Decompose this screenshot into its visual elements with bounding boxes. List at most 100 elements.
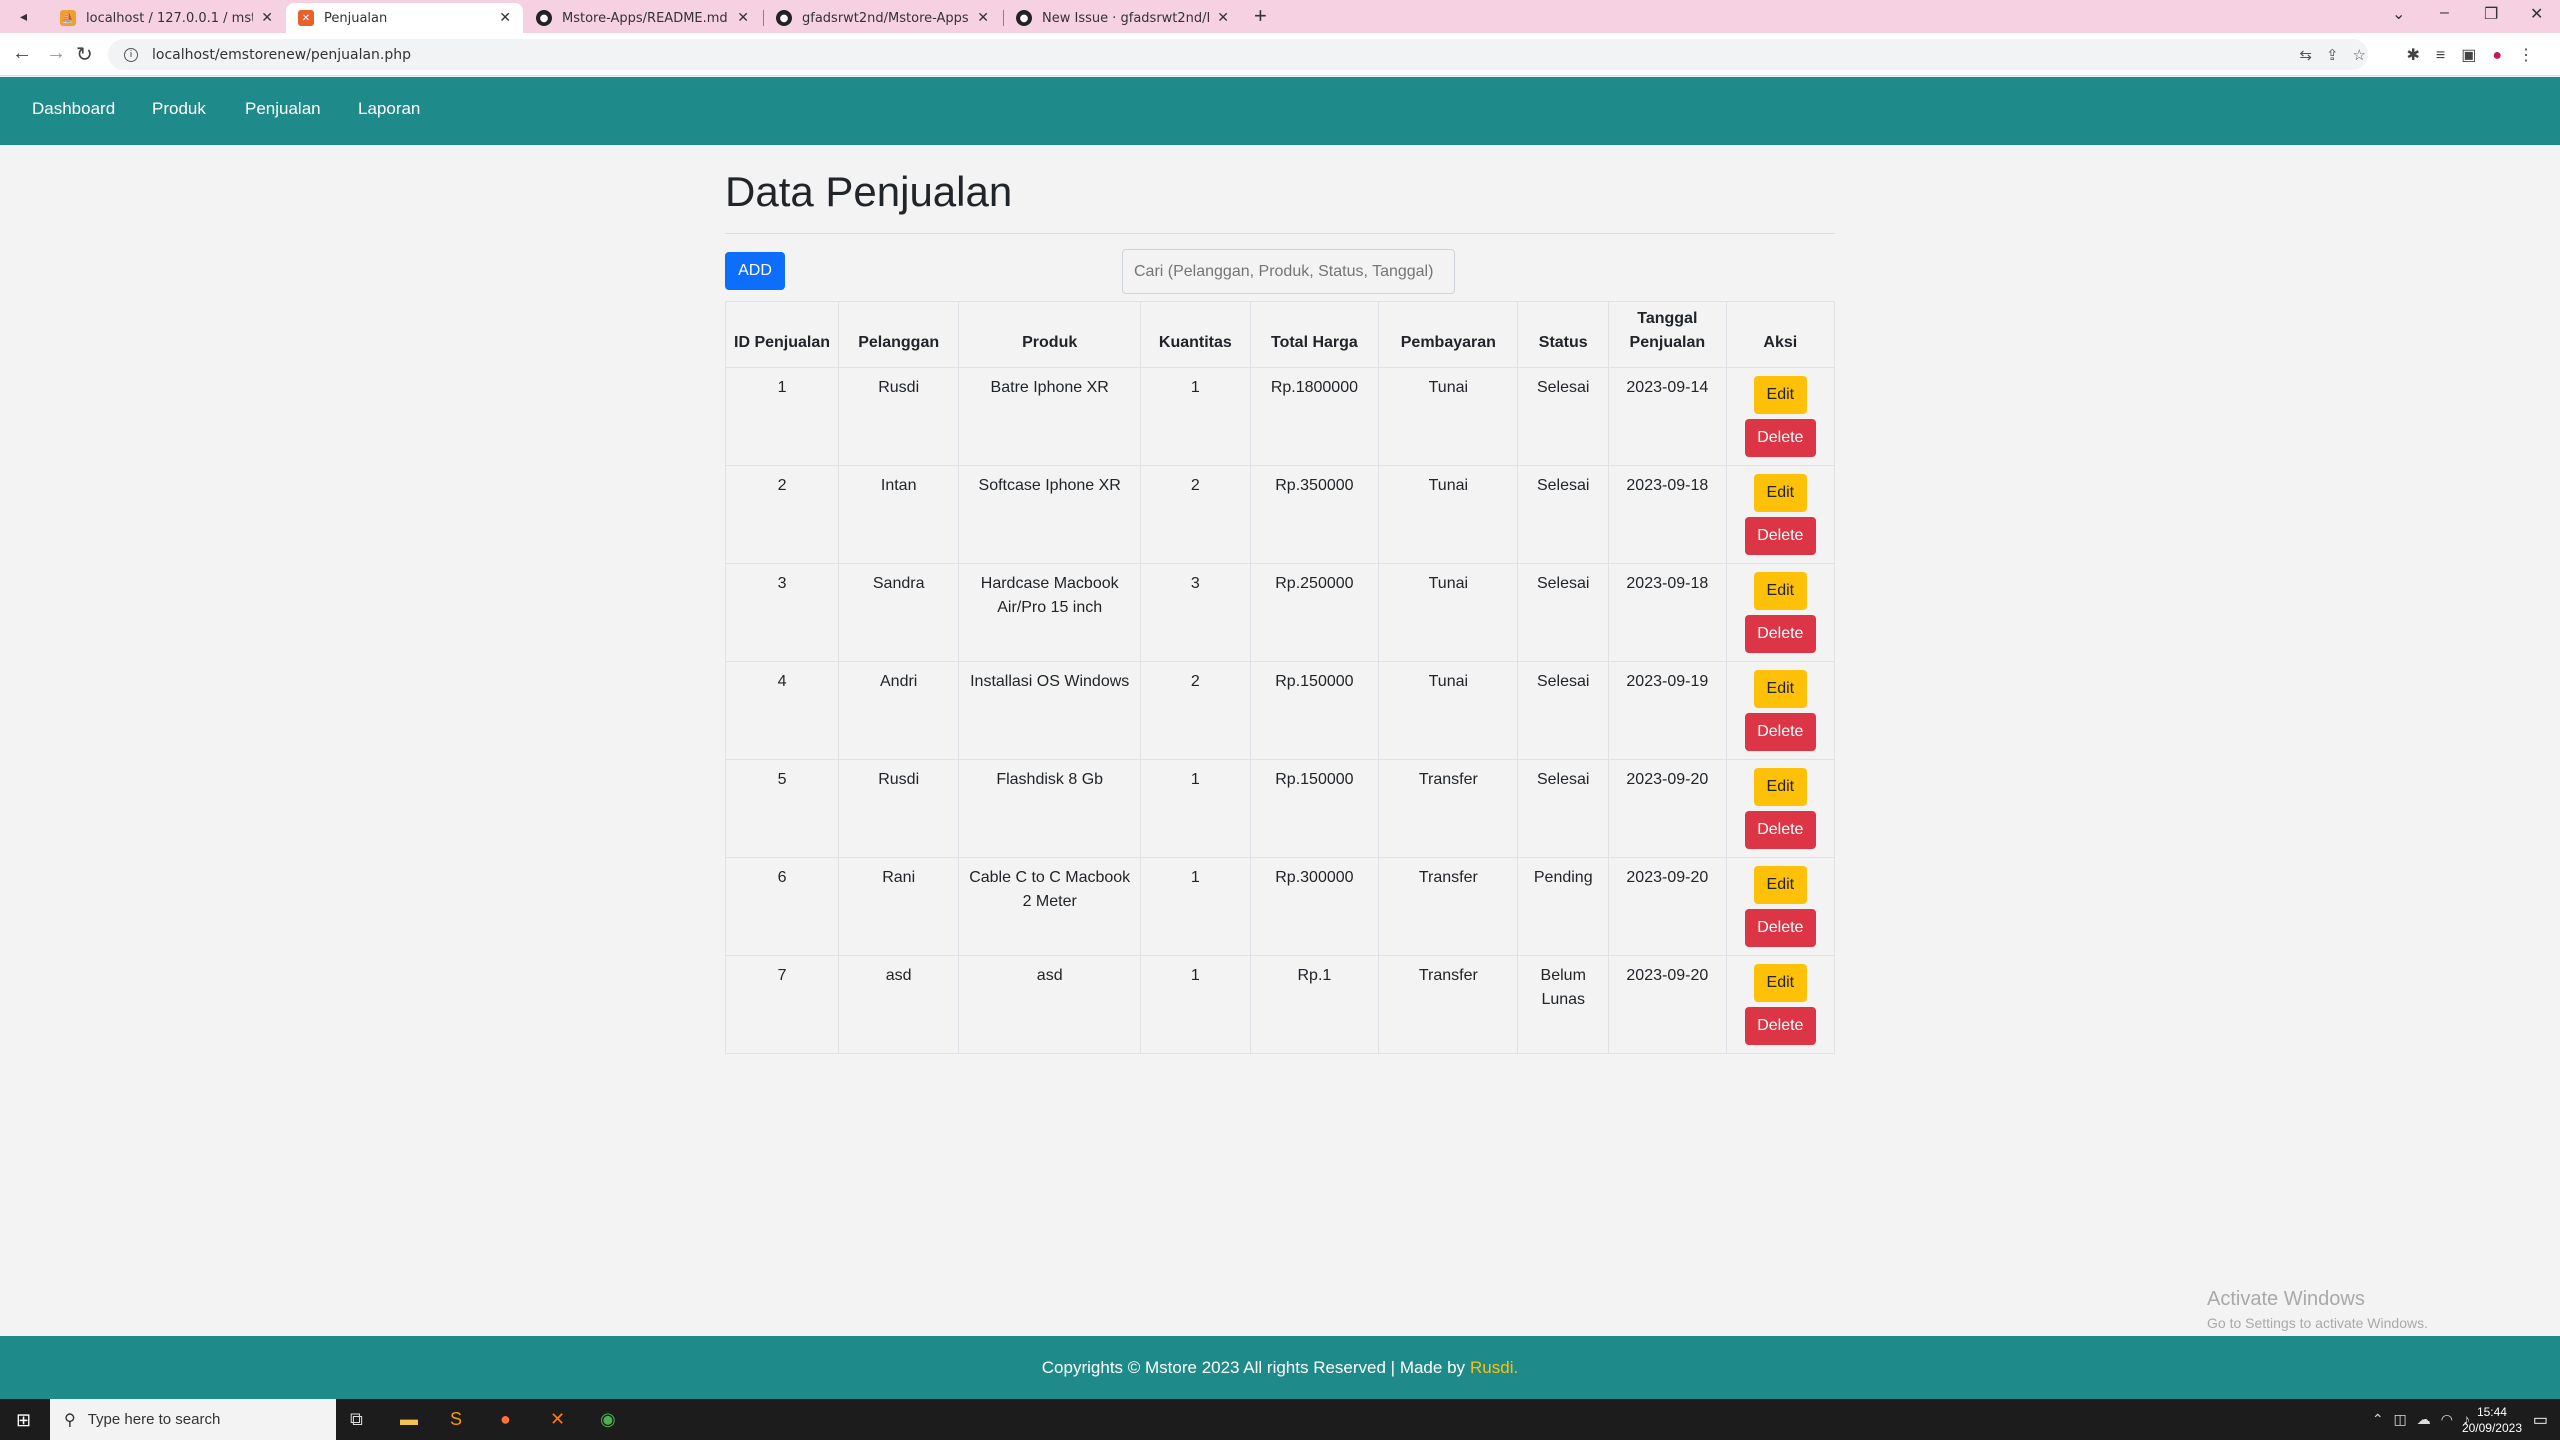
- restore-icon[interactable]: ❐: [2484, 4, 2498, 24]
- delete-button[interactable]: Delete: [1744, 811, 1816, 849]
- share-icon[interactable]: ⇪: [2326, 47, 2353, 64]
- cell-pelanggan: Intan: [838, 465, 960, 564]
- cell-aksi: Edit Delete: [1725, 857, 1836, 956]
- edit-button[interactable]: Edit: [1753, 376, 1807, 414]
- cell-pembayaran: Transfer: [1378, 857, 1519, 956]
- delete-button[interactable]: Delete: [1744, 517, 1816, 555]
- minimize-icon[interactable]: –: [2440, 4, 2449, 22]
- taskbar-search-input[interactable]: ⚲ Type here to search: [50, 1399, 336, 1440]
- xampp-icon[interactable]: ✕: [550, 1409, 565, 1430]
- onedrive-icon[interactable]: ☁: [2417, 1411, 2441, 1427]
- browser-tab-issue[interactable]: ● New Issue · gfadsrwt2nd/Mstore-Apps ✕: [1004, 3, 1241, 33]
- sales-table: ID Penjualan Pelanggan Produk Kuantitas …: [724, 301, 1836, 1054]
- edit-button[interactable]: Edit: [1753, 866, 1807, 904]
- cell-status: Selesai: [1517, 563, 1609, 662]
- edit-button[interactable]: Edit: [1753, 768, 1807, 806]
- site-info-icon[interactable]: i: [124, 47, 138, 62]
- bookmark-star-icon[interactable]: ☆: [2353, 47, 2380, 64]
- tab-list-icon[interactable]: ⌄: [2392, 4, 2405, 24]
- cell-produk: Batre Iphone XR: [958, 367, 1142, 466]
- cell-pelanggan: Andri: [838, 661, 960, 760]
- tab-title: gfadsrwt2nd/Mstore-Apps: Aplikasi: [802, 10, 970, 26]
- footer-author-link[interactable]: Rusdi.: [1470, 1358, 1518, 1378]
- taskbar-clock[interactable]: 15:44 20/09/2023: [2462, 1404, 2522, 1436]
- add-button[interactable]: ADD: [725, 252, 785, 290]
- edit-button[interactable]: Edit: [1753, 474, 1807, 512]
- task-view-icon[interactable]: ⧉: [350, 1409, 363, 1430]
- cell-pelanggan: Sandra: [838, 563, 960, 662]
- cell-status: Selesai: [1517, 465, 1609, 564]
- cell-total-harga: Rp.350000: [1249, 465, 1380, 564]
- delete-button[interactable]: Delete: [1744, 419, 1816, 457]
- extensions-icon[interactable]: ✱: [2406, 47, 2435, 64]
- table-header-row: ID Penjualan Pelanggan Produk Kuantitas …: [724, 301, 1836, 368]
- taskbar-search-placeholder: Type here to search: [87, 1411, 221, 1428]
- delete-button[interactable]: Delete: [1744, 909, 1816, 947]
- nav-dashboard[interactable]: Dashboard: [32, 99, 115, 119]
- cell-tanggal: 2023-09-14: [1608, 367, 1727, 466]
- clock-date: 20/09/2023: [2461, 1421, 2522, 1435]
- close-tab-icon[interactable]: ✕: [499, 10, 511, 26]
- search-input[interactable]: [1122, 249, 1455, 294]
- close-window-icon[interactable]: ✕: [2530, 4, 2543, 24]
- firefox-icon[interactable]: ●: [500, 1409, 511, 1430]
- browser-tab-phpmyadmin[interactable]: ⛵ localhost / 127.0.0.1 / mstorenew ✕: [48, 3, 285, 33]
- file-explorer-icon[interactable]: ▬: [400, 1409, 418, 1430]
- cell-produk: asd: [958, 955, 1142, 1054]
- cell-kuantitas: 2: [1140, 661, 1251, 760]
- page-title: Data Penjualan: [725, 168, 1013, 215]
- network-icon[interactable]: ◫: [2394, 1411, 2417, 1427]
- close-tab-icon[interactable]: ✕: [977, 10, 989, 26]
- edit-button[interactable]: Edit: [1753, 572, 1807, 610]
- close-tab-icon[interactable]: ✕: [261, 10, 273, 26]
- notification-icon[interactable]: ▭: [2533, 1410, 2548, 1430]
- nav-produk[interactable]: Produk: [152, 99, 206, 119]
- github-icon: ●: [776, 10, 792, 26]
- back-icon[interactable]: ←: [12, 42, 32, 65]
- cell-status: Selesai: [1517, 759, 1609, 858]
- delete-button[interactable]: Delete: [1744, 1007, 1816, 1045]
- nav-laporan[interactable]: Laporan: [358, 99, 420, 119]
- close-tab-icon[interactable]: ✕: [737, 10, 749, 26]
- edit-button[interactable]: Edit: [1753, 964, 1807, 1002]
- browser-menu-icon[interactable]: ⋮: [2518, 47, 2550, 64]
- close-tab-icon[interactable]: ✕: [1217, 10, 1229, 26]
- cell-id: 7: [724, 955, 840, 1054]
- translate-icon[interactable]: ⇆: [2299, 47, 2326, 64]
- xampp-favicon-icon: ✕: [298, 10, 314, 26]
- delete-button[interactable]: Delete: [1744, 615, 1816, 653]
- cell-produk: Hardcase Macbook Air/Pro 15 inch: [958, 563, 1142, 662]
- url-input[interactable]: i localhost/emstorenew/penjualan.php: [108, 39, 2368, 70]
- edit-button[interactable]: Edit: [1753, 670, 1807, 708]
- cell-kuantitas: 1: [1140, 955, 1251, 1054]
- cell-status: Pending: [1517, 857, 1609, 956]
- windows-start-icon[interactable]: ⊞: [16, 1410, 31, 1431]
- cell-pembayaran: Tunai: [1378, 661, 1519, 760]
- page-footer: Copyrights © Mstore 2023 All rights Rese…: [0, 1336, 2560, 1399]
- browser-tab-readme[interactable]: ● Mstore-Apps/README.md at main ✕: [524, 3, 761, 33]
- cell-pembayaran: Transfer: [1378, 955, 1519, 1054]
- profile-avatar-icon[interactable]: ●: [2492, 47, 2518, 64]
- nav-penjualan[interactable]: Penjualan: [245, 99, 321, 119]
- watermark-title: Activate Windows: [2207, 1288, 2365, 1310]
- cell-id: 1: [724, 367, 840, 466]
- tray-overflow-icon[interactable]: ⌃: [2372, 1411, 2394, 1427]
- phpmyadmin-favicon-icon: ⛵: [60, 10, 76, 26]
- new-tab-icon[interactable]: +: [1254, 3, 1267, 29]
- reload-icon[interactable]: ↻: [76, 42, 93, 67]
- delete-button[interactable]: Delete: [1744, 713, 1816, 751]
- cell-aksi: Edit Delete: [1725, 465, 1836, 564]
- forward-icon[interactable]: →: [46, 42, 66, 65]
- cell-id: 5: [724, 759, 840, 858]
- reading-list-icon[interactable]: ≡: [2436, 47, 2461, 64]
- wifi-icon[interactable]: ◠: [2441, 1411, 2463, 1427]
- tab-search-icon[interactable]: ◂: [20, 8, 27, 25]
- cell-aksi: Edit Delete: [1725, 661, 1836, 760]
- browser-tab-repo[interactable]: ● gfadsrwt2nd/Mstore-Apps: Aplikasi ✕: [764, 3, 1001, 33]
- table-row: 3 Sandra Hardcase Macbook Air/Pro 15 inc…: [724, 563, 1836, 662]
- sublime-text-icon[interactable]: S: [450, 1409, 462, 1430]
- cell-kuantitas: 1: [1140, 367, 1251, 466]
- chrome-icon[interactable]: ◉: [600, 1409, 616, 1430]
- browser-tab-penjualan[interactable]: ✕ Penjualan ✕: [286, 3, 523, 33]
- side-panel-icon[interactable]: ▣: [2461, 47, 2492, 64]
